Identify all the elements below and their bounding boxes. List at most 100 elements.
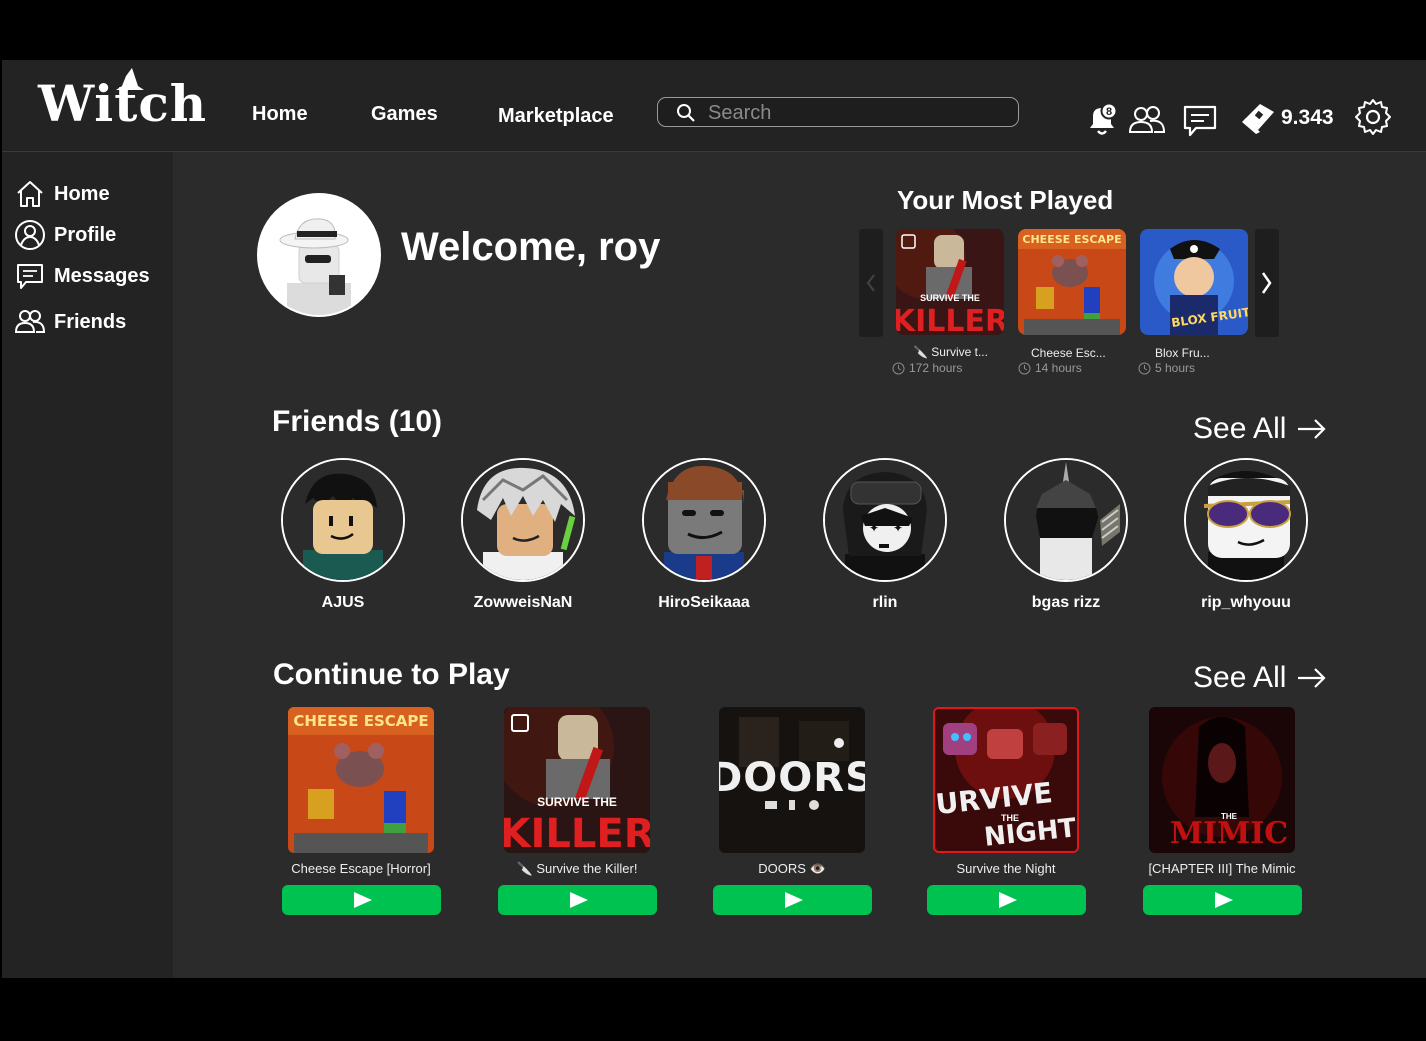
- bell-icon: 8: [1090, 102, 1118, 135]
- play-button[interactable]: [498, 885, 657, 915]
- svg-text:✦: ✦: [893, 521, 903, 535]
- sidebar-item-label: Profile: [54, 223, 117, 246]
- continue-see-all-button[interactable]: See All: [1193, 661, 1328, 695]
- friend-avatar[interactable]: [281, 458, 405, 582]
- chevron-left-icon: [866, 274, 875, 292]
- play-button[interactable]: [1143, 885, 1302, 915]
- game-thumbnail[interactable]: THE MIMIC: [1149, 707, 1295, 853]
- most-played-name-2: Cheese Esc...: [1031, 346, 1106, 360]
- game-card[interactable]: SURVIVE THE NIGHT Survive the Night: [932, 707, 1080, 876]
- continue-title: Continue to Play: [273, 658, 510, 691]
- robux-button[interactable]: [1240, 100, 1278, 141]
- game-card[interactable]: DOORS DOORS 👁️: [718, 707, 866, 877]
- survive-killer-thumbnail: SURVIVE THE KILLER: [896, 229, 1004, 335]
- avatar-image: [644, 460, 764, 580]
- friend-card[interactable]: HiroSeikaaa: [614, 458, 794, 612]
- most-played-name-1: 🔪 Survive t...: [913, 345, 988, 359]
- most-played-card-1[interactable]: SURVIVE THE KILLER: [896, 229, 1004, 335]
- sidebar-item-label: Friends: [54, 310, 127, 333]
- friend-card[interactable]: bgas rizz: [976, 458, 1156, 612]
- most-played-card-3[interactable]: BLOX FRUITS: [1140, 229, 1248, 335]
- game-thumbnail[interactable]: SURVIVE THE NIGHT: [933, 707, 1079, 853]
- home-icon: [17, 181, 43, 207]
- search-icon: [677, 104, 695, 122]
- friend-avatar[interactable]: [1184, 458, 1308, 582]
- search-input[interactable]: [706, 101, 1010, 125]
- top-bar: Witch Home Games Marketplace 8: [2, 60, 1426, 152]
- avatar-image: [1186, 460, 1306, 580]
- avatar-image: [1006, 460, 1126, 580]
- nav-home[interactable]: Home: [252, 103, 308, 126]
- game-card[interactable]: THE MIMIC [CHAPTER III] The Mimic: [1148, 707, 1296, 876]
- see-all-label: See All: [1193, 661, 1287, 694]
- profile-icon: [15, 220, 45, 250]
- friends-title: Friends (10): [272, 405, 443, 438]
- sidebar-item-messages[interactable]: Messages: [14, 260, 150, 292]
- user-avatar[interactable]: [257, 193, 381, 317]
- sidebar-item-profile[interactable]: Profile: [14, 219, 116, 251]
- game-name[interactable]: Survive the Night: [932, 861, 1080, 876]
- see-all-label: See All: [1193, 412, 1287, 445]
- chat-button[interactable]: [1182, 104, 1218, 143]
- nav-games[interactable]: Games: [371, 103, 438, 126]
- friend-card[interactable]: ✦ ✦ rlin: [795, 458, 975, 612]
- most-played-hours-1: 172 hours: [892, 361, 962, 375]
- nav-marketplace[interactable]: Marketplace: [498, 105, 614, 128]
- chat-icon: [1183, 105, 1217, 137]
- friend-name[interactable]: ZowweisNaN: [433, 594, 613, 612]
- survive-night-thumbnail: SURVIVE THE NIGHT: [935, 709, 1077, 851]
- sidebar-item-friends[interactable]: Friends: [14, 306, 126, 338]
- game-thumbnail[interactable]: SURVIVE THE KILLER: [504, 707, 650, 853]
- sidebar-item-home[interactable]: Home: [14, 178, 110, 210]
- friends-see-all-button[interactable]: See All: [1193, 412, 1328, 446]
- survive-killer-thumbnail: SURVIVE THE KILLER: [504, 707, 650, 853]
- game-card[interactable]: CHEESE ESCAPE Cheese Escape [Horror]: [287, 707, 435, 876]
- play-button[interactable]: [282, 885, 441, 915]
- most-played-hours-2: 14 hours: [1018, 361, 1082, 375]
- svg-text:SURVIVE THE: SURVIVE THE: [920, 293, 980, 303]
- svg-text:SURVIVE THE: SURVIVE THE: [537, 795, 617, 809]
- sidebar-item-label: Home: [54, 182, 110, 205]
- friend-card[interactable]: ZowweisNaN: [433, 458, 613, 612]
- most-played-prev-button[interactable]: [859, 229, 883, 337]
- game-name[interactable]: 🔪 Survive the Killer!: [503, 861, 651, 877]
- game-name[interactable]: DOORS 👁️: [718, 861, 866, 877]
- friend-avatar[interactable]: ✦ ✦: [823, 458, 947, 582]
- game-card[interactable]: SURVIVE THE KILLER 🔪 Survive the Killer!: [503, 707, 651, 877]
- svg-text:DOORS: DOORS: [719, 755, 865, 801]
- arrow-right-icon: [1298, 419, 1326, 439]
- friend-avatar[interactable]: [461, 458, 585, 582]
- witch-hat-icon: [116, 68, 144, 90]
- clock-icon: [1018, 362, 1031, 374]
- friend-name[interactable]: AJUS: [253, 594, 433, 612]
- game-thumbnail[interactable]: DOORS: [719, 707, 865, 853]
- friend-card[interactable]: rip_whyouu: [1156, 458, 1336, 612]
- friend-avatar[interactable]: [1004, 458, 1128, 582]
- most-played-next-button[interactable]: [1255, 229, 1279, 337]
- gear-icon: [1355, 99, 1391, 135]
- friends-icon: [14, 310, 46, 333]
- most-played-card-2[interactable]: CHEESE ESCAPE: [1018, 229, 1126, 335]
- settings-button[interactable]: [1354, 98, 1392, 141]
- play-button[interactable]: [713, 885, 872, 915]
- clock-icon: [892, 362, 905, 374]
- game-thumbnail[interactable]: CHEESE ESCAPE: [288, 707, 434, 853]
- friend-name[interactable]: rip_whyouu: [1156, 594, 1336, 612]
- friend-avatar[interactable]: [642, 458, 766, 582]
- avatar-image: [463, 460, 583, 580]
- friend-name[interactable]: HiroSeikaaa: [614, 594, 794, 612]
- friend-name[interactable]: rlin: [795, 594, 975, 612]
- notifications-button[interactable]: 8: [1084, 102, 1120, 143]
- game-name[interactable]: [CHAPTER III] The Mimic: [1148, 861, 1296, 876]
- cheese-escape-thumbnail: CHEESE ESCAPE: [1018, 229, 1126, 335]
- search-bar[interactable]: [657, 97, 1019, 127]
- clock-icon: [1138, 362, 1151, 374]
- chevron-right-icon: [1261, 272, 1272, 294]
- friends-top-button[interactable]: [1128, 104, 1166, 141]
- most-played-hours-3: 5 hours: [1138, 361, 1195, 375]
- svg-text:✦: ✦: [869, 521, 879, 535]
- friend-name[interactable]: bgas rizz: [976, 594, 1156, 612]
- play-button[interactable]: [927, 885, 1086, 915]
- game-name[interactable]: Cheese Escape [Horror]: [287, 861, 435, 876]
- friend-card[interactable]: AJUS: [253, 458, 433, 612]
